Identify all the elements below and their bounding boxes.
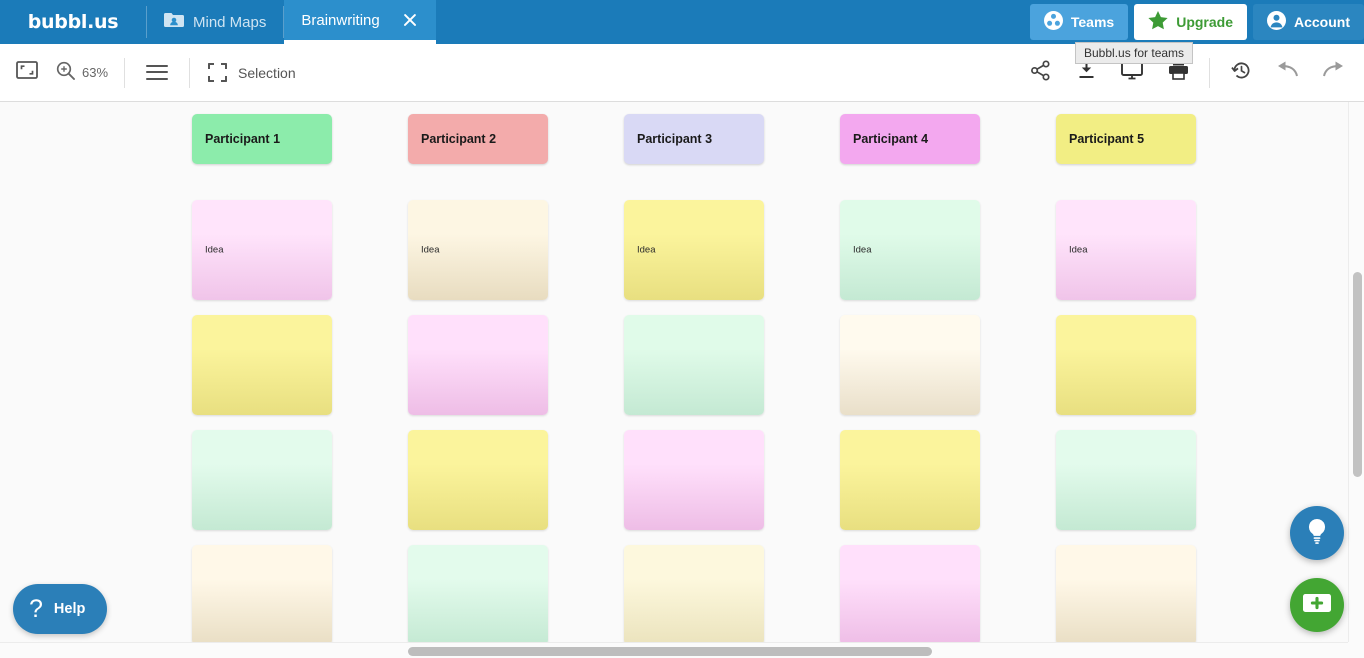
- participant-header-card[interactable]: Participant 1: [192, 114, 332, 164]
- idea-card[interactable]: [840, 315, 980, 415]
- idea-card[interactable]: [1056, 430, 1196, 530]
- idea-card[interactable]: [408, 545, 548, 645]
- nav-tab-mind-maps[interactable]: Mind Maps: [147, 0, 283, 44]
- participant-header-label: Participant 5: [1069, 132, 1145, 146]
- top-header-bar: bubbl.us Mind Maps Brainwriting Teams Up…: [0, 0, 1364, 44]
- folder-icon: [164, 12, 184, 32]
- selection-tool[interactable]: Selection: [190, 44, 314, 102]
- idea-card[interactable]: Idea: [624, 200, 764, 300]
- idea-card[interactable]: [192, 315, 332, 415]
- share-button[interactable]: [1017, 44, 1063, 102]
- idea-card[interactable]: Idea: [840, 200, 980, 300]
- question-mark-icon: ?: [29, 594, 43, 623]
- idea-card[interactable]: [624, 315, 764, 415]
- bubblus-logo[interactable]: bubbl.us: [0, 0, 146, 44]
- zoom-level-label: 63%: [82, 65, 109, 80]
- idea-card[interactable]: Idea: [408, 200, 548, 300]
- horizontal-scrollbar[interactable]: [0, 642, 1348, 658]
- idea-card-label: Idea: [421, 244, 440, 256]
- upgrade-button-label: Upgrade: [1176, 14, 1233, 30]
- nav-tab-label: Mind Maps: [193, 13, 267, 31]
- idea-card[interactable]: [192, 430, 332, 530]
- toolbar-divider-3: [1209, 57, 1210, 88]
- header-actions: Teams Upgrade Account: [1029, 0, 1364, 44]
- history-icon: [1230, 60, 1252, 86]
- nav-tab-brainwriting[interactable]: Brainwriting: [284, 0, 436, 44]
- mindmap-canvas[interactable]: Participant 1 Idea Participant 2 Idea Partic…: [0, 102, 1364, 658]
- participant-header-label: Participant 2: [421, 132, 497, 146]
- teams-button[interactable]: Teams: [1029, 4, 1129, 40]
- undo-icon: [1276, 61, 1299, 84]
- idea-card[interactable]: [1056, 545, 1196, 645]
- fit-to-screen-button[interactable]: [0, 44, 52, 102]
- idea-card-label: Idea: [1069, 244, 1088, 256]
- participant-header-card[interactable]: Participant 3: [624, 114, 764, 164]
- help-button[interactable]: ? Help: [13, 584, 108, 634]
- add-card-icon: [1302, 592, 1332, 619]
- menu-button[interactable]: [125, 44, 189, 102]
- nav-tab-label-active: Brainwriting: [301, 11, 380, 29]
- share-icon: [1030, 59, 1051, 86]
- hamburger-menu-icon: [146, 64, 169, 81]
- teams-tooltip: Bubbl.us for teams: [1075, 42, 1194, 64]
- idea-card-label: Idea: [205, 244, 224, 256]
- idea-card[interactable]: Idea: [1056, 200, 1196, 300]
- participant-header-label: Participant 4: [853, 132, 929, 146]
- scrollbar-corner: [1348, 642, 1364, 658]
- vertical-scrollbar[interactable]: [1348, 102, 1364, 643]
- selection-marquee-icon: [208, 63, 228, 82]
- lightbulb-icon: [1304, 517, 1330, 550]
- participant-header-label: Participant 3: [637, 132, 713, 146]
- zoom-icon: [56, 61, 75, 85]
- idea-card[interactable]: Idea: [192, 200, 332, 300]
- participant-header-label: Participant 1: [205, 132, 281, 146]
- account-button-label: Account: [1294, 14, 1350, 30]
- account-icon: [1267, 11, 1286, 33]
- undo-button[interactable]: [1264, 44, 1310, 102]
- idea-card[interactable]: [840, 430, 980, 530]
- participant-header-card[interactable]: Participant 5: [1056, 114, 1196, 164]
- idea-card-label: Idea: [853, 244, 872, 256]
- idea-card[interactable]: [1056, 315, 1196, 415]
- participant-header-card[interactable]: Participant 2: [408, 114, 548, 164]
- idea-card[interactable]: [192, 545, 332, 645]
- star-icon: [1148, 11, 1168, 33]
- participant-header-card[interactable]: Participant 4: [840, 114, 980, 164]
- redo-icon: [1322, 61, 1345, 84]
- idea-card[interactable]: [624, 545, 764, 645]
- zoom-control[interactable]: 63%: [52, 44, 124, 102]
- teams-icon: [1043, 11, 1063, 33]
- add-card-button[interactable]: [1290, 578, 1344, 632]
- redo-button[interactable]: [1310, 44, 1356, 102]
- selection-label: Selection: [238, 64, 296, 81]
- vertical-scrollbar-thumb[interactable]: [1353, 272, 1362, 477]
- idea-card[interactable]: [840, 545, 980, 645]
- help-button-label: Help: [53, 601, 86, 617]
- idea-card[interactable]: [624, 430, 764, 530]
- upgrade-button[interactable]: Upgrade: [1134, 4, 1247, 40]
- close-icon[interactable]: [401, 11, 419, 29]
- account-button[interactable]: Account: [1253, 4, 1364, 40]
- idea-card[interactable]: [408, 430, 548, 530]
- idea-card[interactable]: [408, 315, 548, 415]
- teams-button-label: Teams: [1070, 14, 1115, 30]
- idea-suggestion-button[interactable]: [1290, 506, 1344, 560]
- fit-to-screen-icon: [16, 61, 38, 84]
- history-button[interactable]: [1218, 44, 1264, 102]
- idea-card-label: Idea: [637, 244, 656, 256]
- horizontal-scrollbar-thumb[interactable]: [408, 647, 932, 656]
